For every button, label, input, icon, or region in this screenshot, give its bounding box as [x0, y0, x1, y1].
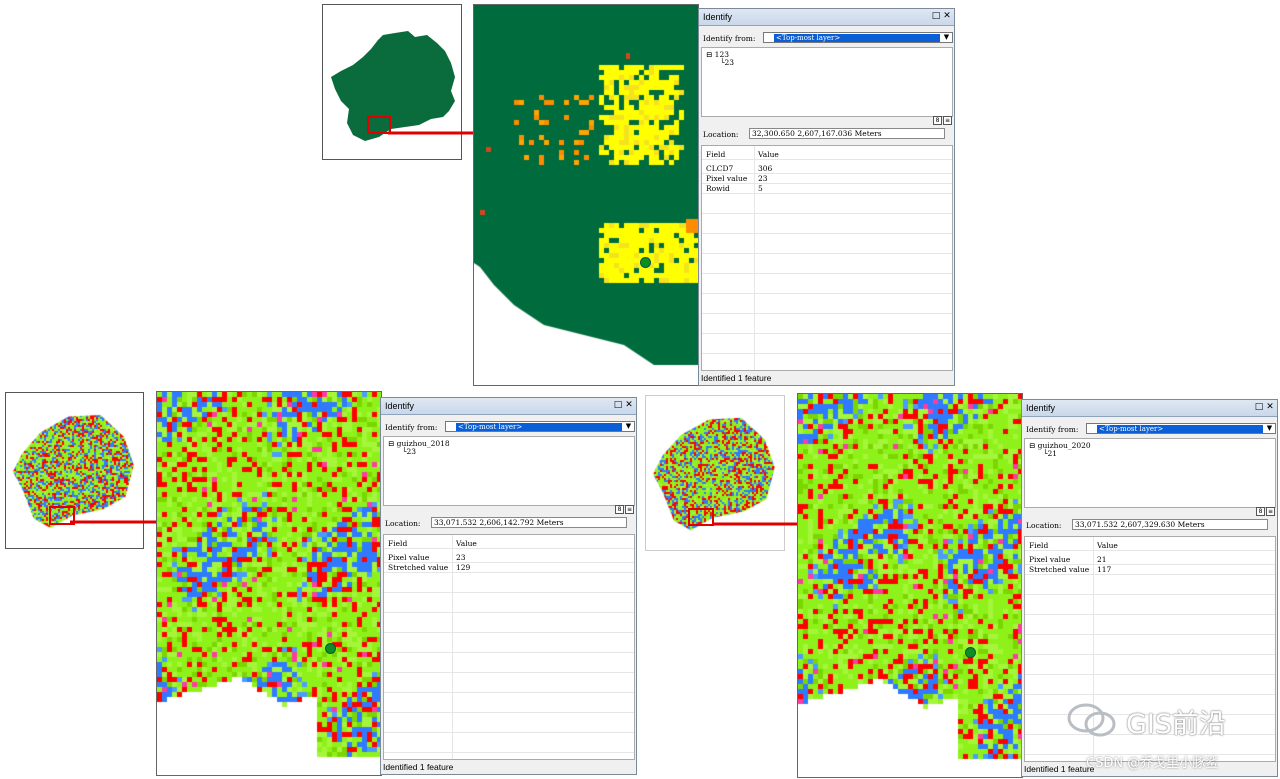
- province-landcover-thumbnail: [6, 393, 145, 550]
- identify-from-value: <Top-most layer>: [456, 423, 622, 431]
- tree-layer-node[interactable]: ⊟ guizhou_2018: [388, 439, 450, 448]
- province-outline-green: [331, 31, 455, 141]
- identify-window-left[interactable]: Identify □ ✕ Identify from: <Top-most la…: [380, 397, 637, 775]
- attribute-grid[interactable]: Field Value CLCD7 306 Pixel value 23 Rowid 5: [701, 145, 953, 371]
- window-title: Identify: [703, 12, 733, 22]
- chevron-down-icon[interactable]: ▼: [624, 422, 633, 431]
- dock-icon[interactable]: □: [1254, 402, 1264, 412]
- highlight-box: [367, 116, 391, 134]
- tree-collapse-icon[interactable]: ⊟: [1029, 441, 1038, 450]
- identify-from-value: <Top-most layer>: [774, 34, 940, 42]
- grid-row: Stretched value 129: [384, 563, 634, 573]
- identify-location-marker: [965, 647, 976, 658]
- grid-row: Pixel value 23: [702, 174, 952, 184]
- dock-icon[interactable]: □: [931, 11, 941, 21]
- map-view-left[interactable]: [156, 391, 382, 776]
- close-icon[interactable]: ✕: [624, 400, 634, 410]
- identify-from-dropdown[interactable]: <Top-most layer> ▼: [1086, 423, 1276, 434]
- tree-view-icon[interactable]: 8: [933, 116, 942, 125]
- grid-row: Rowid 5: [702, 184, 952, 194]
- window-titlebar[interactable]: Identify □ ✕: [1022, 400, 1277, 417]
- location-field[interactable]: 33,071.532 2,607,329.630 Meters: [1072, 519, 1268, 530]
- close-icon[interactable]: ✕: [1265, 402, 1275, 412]
- wechat-logo-icon: [1066, 700, 1118, 738]
- identify-from-value: <Top-most layer>: [1097, 425, 1263, 433]
- list-view-icon[interactable]: ≡: [943, 116, 952, 125]
- list-view-icon[interactable]: ≡: [1266, 507, 1275, 516]
- dock-icon[interactable]: □: [613, 400, 623, 410]
- tree-feature-node[interactable]: └21: [1043, 449, 1057, 458]
- grid-row: CLCD7 306: [702, 164, 952, 174]
- grid-header: Field Value: [384, 539, 634, 549]
- chevron-down-icon[interactable]: ▼: [1265, 424, 1274, 433]
- window-title: Identify: [1026, 403, 1056, 413]
- window-titlebar[interactable]: Identify □ ✕: [699, 9, 954, 26]
- grid-row: Stretched value 117: [1025, 565, 1275, 575]
- identify-window-top[interactable]: Identify □ ✕ Identify from: <Top-most la…: [698, 8, 955, 386]
- location-label: Location:: [1026, 521, 1062, 530]
- tree-feature-node[interactable]: └23: [720, 58, 734, 67]
- tree-view-icon[interactable]: 8: [1256, 507, 1265, 516]
- identify-from-dropdown[interactable]: <Top-most layer> ▼: [445, 421, 635, 432]
- tree-collapse-icon[interactable]: ⊟: [706, 50, 715, 59]
- status-bar: Identified 1 feature: [701, 373, 772, 383]
- tree-collapse-icon[interactable]: ⊟: [388, 439, 397, 448]
- raster-map-canvas[interactable]: [474, 5, 698, 385]
- attribute-grid[interactable]: Field Value Pixel value 23 Stretched value…: [383, 534, 635, 760]
- list-view-icon[interactable]: ≡: [625, 505, 634, 514]
- close-icon[interactable]: ✕: [942, 11, 952, 21]
- results-tree[interactable]: ⊟ guizhou_2018 └23: [383, 436, 635, 506]
- identify-from-dropdown[interactable]: <Top-most layer> ▼: [763, 32, 953, 43]
- tree-feature-node[interactable]: └23: [402, 447, 416, 456]
- window-titlebar[interactable]: Identify □ ✕: [381, 398, 636, 415]
- raster-map-canvas[interactable]: [798, 394, 1022, 777]
- location-field[interactable]: 32,300.650 2,607,167.036 Meters: [749, 128, 945, 139]
- identify-from-label: Identify from:: [703, 34, 756, 43]
- tree-layer-node[interactable]: ⊟ guizhou_2020: [1029, 441, 1091, 450]
- identify-location-marker: [325, 643, 336, 654]
- view-buttons[interactable]: 8 ≡: [614, 505, 634, 514]
- chevron-down-icon[interactable]: ▼: [942, 33, 951, 42]
- map-view-top[interactable]: [473, 4, 699, 386]
- province-landcover-thumbnail: [646, 396, 786, 552]
- highlight-box: [688, 508, 714, 526]
- overview-thumbnail-left: [5, 392, 145, 550]
- window-title: Identify: [385, 401, 415, 411]
- grid-header: Field Value: [1025, 541, 1275, 551]
- csdn-watermark: CSDN @乔戈里小豚鲨: [1086, 756, 1219, 771]
- raster-map-canvas[interactable]: [157, 392, 381, 775]
- overview-thumbnail-right: [645, 395, 786, 552]
- results-tree[interactable]: ⊟ guizhou_2020 └21: [1024, 438, 1276, 508]
- location-label: Location:: [703, 130, 739, 139]
- location-label: Location:: [385, 519, 421, 528]
- map-view-right[interactable]: [797, 393, 1023, 778]
- grid-header: Field Value: [702, 150, 952, 160]
- overview-thumbnail-top: [322, 4, 462, 160]
- grid-row: Pixel value 21: [1025, 555, 1275, 565]
- view-buttons[interactable]: 8 ≡: [1255, 507, 1275, 516]
- location-field[interactable]: 33,071.532 2,606,142.792 Meters: [431, 517, 627, 528]
- identify-location-marker: [640, 257, 651, 268]
- identify-from-label: Identify from:: [385, 423, 438, 432]
- grid-row: Pixel value 23: [384, 553, 634, 563]
- results-tree[interactable]: ⊟ 123 └23: [701, 47, 953, 117]
- tree-view-icon[interactable]: 8: [615, 505, 624, 514]
- status-bar: Identified 1 feature: [383, 762, 454, 772]
- identify-from-label: Identify from:: [1026, 425, 1079, 434]
- highlight-box: [49, 506, 75, 525]
- brand-watermark: GIS前沿: [1126, 709, 1227, 740]
- view-buttons[interactable]: 8 ≡: [932, 116, 952, 125]
